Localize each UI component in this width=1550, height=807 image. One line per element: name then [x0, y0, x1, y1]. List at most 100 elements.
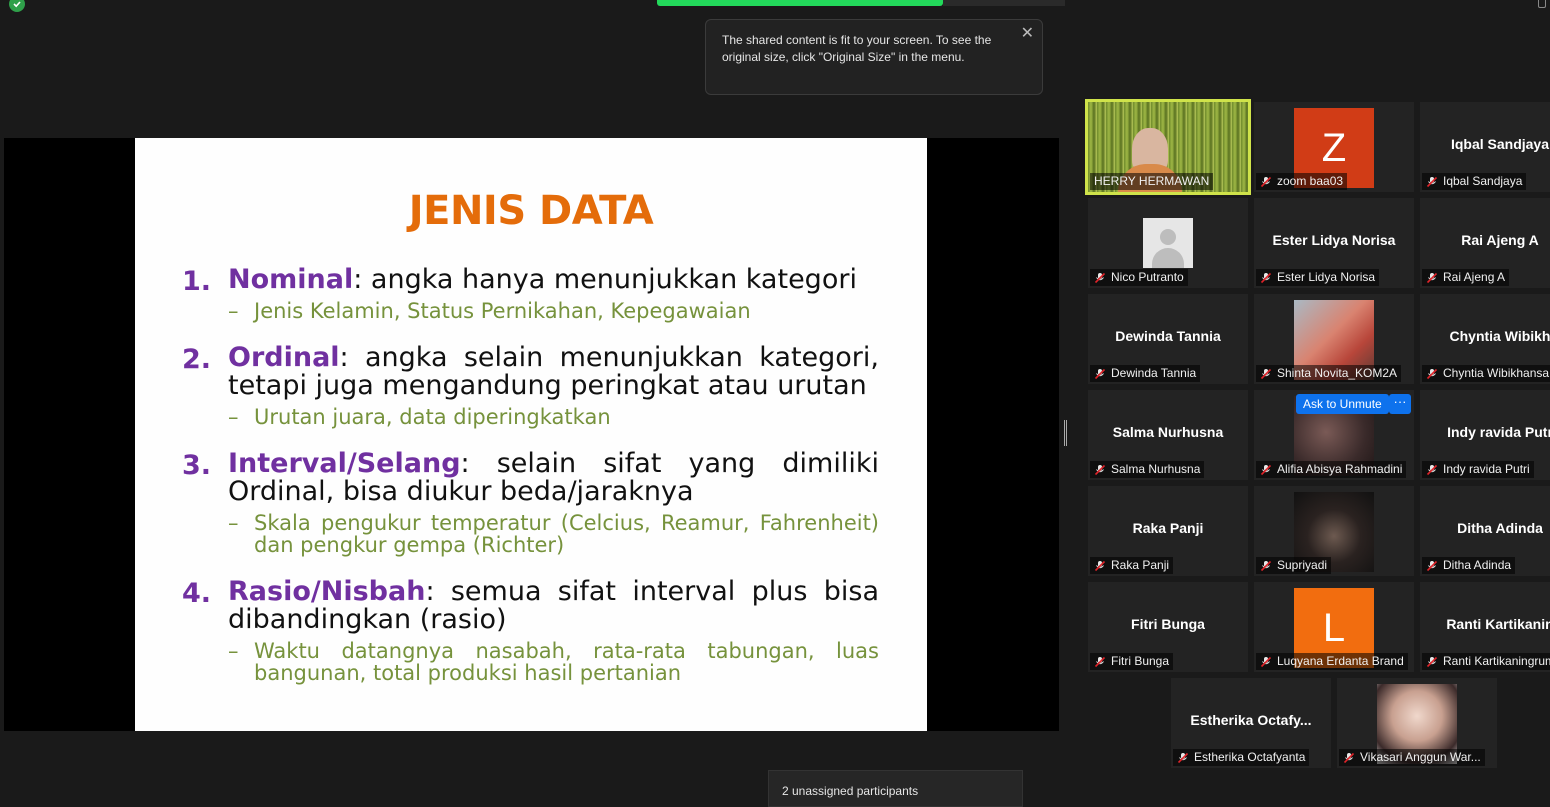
participant-name-label: Rai Ajeng A	[1422, 269, 1510, 286]
participant-tile[interactable]: Fitri Bunga Fitri Bunga	[1088, 582, 1248, 672]
participant-name: Fitri Bunga	[1111, 654, 1170, 668]
participant-name-label: Dewinda Tannia	[1090, 365, 1201, 382]
participant-name: Chyntia Wibikhansa	[1443, 366, 1550, 380]
muted-mic-icon	[1426, 656, 1438, 668]
unassigned-participants-panel[interactable]: 2 unassigned participants	[768, 770, 1023, 807]
participant-name: Ranti Kartikaningrum	[1443, 654, 1550, 668]
item-number: 1.	[182, 266, 212, 297]
participant-name: Ester Lidya Norisa	[1277, 270, 1376, 284]
participant-tile[interactable]: Zzoom baa03	[1254, 102, 1414, 192]
item-example: Waktu datangnya nasabah, rata-rata tabun…	[228, 640, 879, 684]
participant-name: Dewinda Tannia	[1111, 366, 1197, 380]
participant-tile[interactable]: Raka Panji Raka Panji	[1088, 486, 1248, 576]
ask-to-unmute-button[interactable]: Ask to Unmute	[1296, 394, 1389, 414]
participant-tile[interactable]: Vikasari Anggun War...	[1337, 678, 1497, 768]
slide-title: JENIS DATA	[408, 188, 654, 234]
participant-tile[interactable]: Ester Lidya Norisa Ester Lidya Norisa	[1254, 198, 1414, 288]
muted-mic-icon	[1094, 464, 1106, 476]
participant-name: Rai Ajeng A	[1443, 270, 1506, 284]
participant-name: Supriyadi	[1277, 558, 1328, 572]
participant-name-label: Fitri Bunga	[1090, 653, 1174, 670]
participant-display-name: Ranti Kartikanin	[1446, 616, 1550, 632]
participant-tile[interactable]: Ranti Kartikanin Ranti Kartikaningrum	[1420, 582, 1550, 672]
participant-name: HERRY HERMAWAN	[1094, 174, 1210, 188]
encryption-shield-icon[interactable]	[9, 0, 25, 12]
muted-mic-icon	[1094, 272, 1106, 284]
item-term: Interval/Selang	[228, 448, 461, 479]
item-example: Urutan juara, data diperingkatkan	[228, 406, 879, 428]
participant-tile[interactable]: Ditha Adinda Ditha Adinda	[1420, 486, 1550, 576]
participant-tile[interactable]: Supriyadi	[1254, 486, 1414, 576]
item-term: Rasio/Nisbah	[228, 576, 426, 607]
muted-mic-icon	[1094, 368, 1106, 380]
participant-display-name: Ester Lidya Norisa	[1272, 232, 1396, 248]
list-item: 4. Rasio/Nisbah: semua sifat interval pl…	[182, 578, 879, 685]
participant-tile[interactable]: Shinta Novita_KOM2A	[1254, 294, 1414, 384]
participant-name: Raka Panji	[1111, 558, 1170, 572]
muted-mic-icon	[1094, 656, 1106, 668]
participant-name: Nico Putranto	[1111, 270, 1184, 284]
participant-tile[interactable]: HERRY HERMAWAN	[1085, 99, 1251, 195]
item-description: : angka hanya menunjukkan kategori	[353, 264, 857, 295]
participant-name: Ditha Adinda	[1443, 558, 1512, 572]
participant-name-label: Ester Lidya Norisa	[1256, 269, 1380, 286]
participant-tile[interactable]: Indy ravida Putr Indy ravida Putri	[1420, 390, 1550, 480]
participant-name: Shinta Novita_KOM2A	[1277, 366, 1398, 380]
participant-tile[interactable]: Nico Putranto	[1088, 198, 1248, 288]
participant-display-name: Estherika Octafy...	[1190, 712, 1312, 728]
participant-display-name: Indy ravida Putr	[1447, 424, 1550, 440]
participant-name: Iqbal Sandjaya	[1443, 174, 1523, 188]
muted-mic-icon	[1426, 176, 1438, 188]
participant-name-label: Iqbal Sandjaya	[1422, 173, 1527, 190]
muted-mic-icon	[1260, 560, 1272, 572]
muted-mic-icon	[1343, 752, 1355, 764]
item-term: Nominal	[228, 264, 354, 295]
participant-display-name: Fitri Bunga	[1131, 616, 1205, 632]
muted-mic-icon	[1260, 656, 1272, 668]
screen-share-indicator-bar[interactable]	[657, 0, 943, 6]
participant-name: Indy ravida Putri	[1443, 462, 1530, 476]
list-item: 2. Ordinal: angka selain menunjukkan kat…	[182, 344, 879, 429]
presentation-slide: JENIS DATA 1. Nominal: angka hanya menun…	[135, 138, 927, 731]
participant-display-name: Iqbal Sandjaya	[1450, 136, 1550, 152]
participant-name-label: Chyntia Wibikhansa	[1422, 365, 1550, 382]
participant-name-label: Ranti Kartikaningrum	[1422, 653, 1550, 670]
participant-tile[interactable]: Dewinda Tannia Dewinda Tannia	[1088, 294, 1248, 384]
muted-mic-icon	[1177, 752, 1189, 764]
participant-tile[interactable]: Chyntia Wibikh Chyntia Wibikhansa	[1420, 294, 1550, 384]
item-number: 2.	[182, 344, 212, 375]
default-avatar-icon	[1143, 218, 1193, 268]
item-text: Rasio/Nisbah: semua sifat interval plus …	[228, 578, 879, 634]
participant-tile[interactable]: Rai Ajeng A Rai Ajeng A	[1420, 198, 1550, 288]
more-options-button[interactable]: ···	[1389, 394, 1411, 414]
muted-mic-icon	[1426, 560, 1438, 572]
item-text: Interval/Selang: selain sifat yang dimil…	[228, 450, 879, 506]
close-icon[interactable]: ✕	[1021, 26, 1034, 42]
participant-name-label: Vikasari Anggun War...	[1339, 749, 1485, 766]
participant-display-name: Dewinda Tannia	[1115, 328, 1221, 344]
muted-mic-icon	[1260, 368, 1272, 380]
participant-display-name: Rai Ajeng A	[1461, 232, 1539, 248]
participant-name-label: Nico Putranto	[1090, 269, 1188, 286]
resize-handle[interactable]	[1064, 420, 1067, 446]
item-text: Ordinal: angka selain menunjukkan katego…	[228, 344, 879, 400]
participant-display-name: Ditha Adinda	[1457, 520, 1543, 536]
participant-name: Estherika Octafyanta	[1194, 750, 1306, 764]
muted-mic-icon	[1260, 176, 1272, 188]
participant-name: Salma Nurhusna	[1111, 462, 1201, 476]
participant-tile[interactable]: Iqbal Sandjaya Iqbal Sandjaya	[1420, 102, 1550, 192]
participant-tile[interactable]: L Luqyana Erdanta Brand	[1254, 582, 1414, 672]
participant-name-label: Shinta Novita_KOM2A	[1256, 365, 1402, 382]
participant-tile[interactable]: Estherika Octafy... Estherika Octafyanta	[1171, 678, 1331, 768]
view-options-bar[interactable]	[943, 0, 1065, 6]
participant-name-label: Salma Nurhusna	[1090, 461, 1205, 478]
participant-tile[interactable]: Salma Nurhusna Salma Nurhusna	[1088, 390, 1248, 480]
zoom-meeting-window: The shared content is fit to your screen…	[0, 0, 1550, 807]
participant-name-label: Supriyadi	[1256, 557, 1332, 574]
item-example: Jenis Kelamin, Status Pernikahan, Kepega…	[228, 300, 879, 322]
participant-name: zoom baa03	[1277, 174, 1344, 188]
muted-mic-icon	[1260, 272, 1272, 284]
participant-display-name: Salma Nurhusna	[1112, 424, 1224, 440]
participant-name-label: Estherika Octafyanta	[1173, 749, 1310, 766]
item-term: Ordinal	[228, 342, 340, 373]
